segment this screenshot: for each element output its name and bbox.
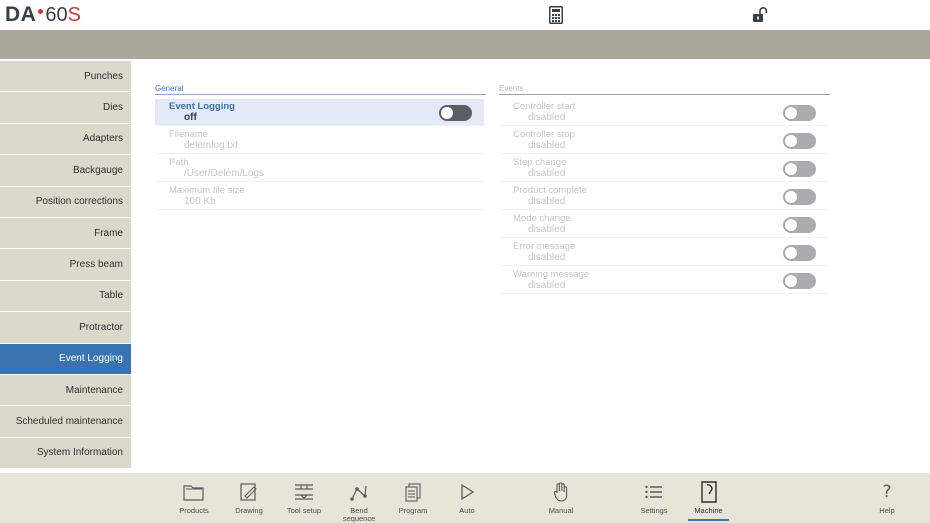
event-label: Controller start: [513, 101, 576, 112]
path-row: Path /User/Delem/Logs: [155, 155, 484, 182]
sidebar-item-dies[interactable]: Dies: [0, 92, 131, 124]
sidebar-item-position-corrections[interactable]: Position corrections: [0, 186, 131, 218]
sidebar-item-frame[interactable]: Frame: [0, 217, 131, 250]
event-value: disabled: [528, 112, 566, 123]
manual-label: Manual: [548, 506, 574, 515]
sidebar-item-punches[interactable]: Punches: [0, 61, 131, 93]
sidebar-item-protractor[interactable]: Protractor: [0, 312, 131, 344]
event-value: disabled: [528, 140, 566, 151]
event-row-step-change: Step change disabled: [499, 155, 828, 182]
brand-model: 60S: [45, 4, 81, 26]
bend-sequence-button[interactable]: Bend sequence: [338, 473, 380, 523]
event-row-error-message: Error message disabled: [499, 239, 828, 266]
general-section-title: General: [155, 84, 486, 95]
program-button[interactable]: Program: [392, 473, 434, 523]
event-row-controller-start: Controller start disabled: [499, 99, 828, 126]
sidebar-item-press-beam[interactable]: Press beam: [0, 249, 131, 281]
products-label: Products: [179, 506, 209, 515]
event-row-controller-stop: Controller stop disabled: [499, 127, 828, 154]
question-mark-icon: ?: [882, 482, 892, 502]
event-logging-row[interactable]: Event Logging off: [155, 99, 484, 126]
machine-label: Machine: [694, 506, 723, 515]
bottom-toolbar: Products Drawing Tool setup Bend sequenc…: [0, 473, 930, 523]
event-label: Step change: [513, 157, 567, 168]
max-file-size-value: 100 Kb: [184, 196, 216, 207]
brand-prefix: DA: [5, 3, 37, 26]
hand-icon: [548, 481, 574, 503]
event-label: Warning message: [513, 269, 590, 280]
sidebar-item-scheduled-maintenance[interactable]: Scheduled maintenance: [0, 406, 131, 438]
event-value: disabled: [528, 196, 566, 207]
tool-setup-icon: [291, 481, 317, 503]
tool-setup-label: Tool setup: [286, 506, 322, 515]
tool-setup-button[interactable]: Tool setup: [282, 473, 326, 523]
path-label: Path: [169, 157, 189, 168]
machine-button[interactable]: Machine: [686, 473, 731, 523]
program-pages-icon: [400, 481, 426, 503]
filename-label: Filename: [169, 129, 209, 140]
drawing-button[interactable]: Drawing: [228, 473, 270, 523]
event-logging-value: off: [184, 112, 197, 123]
drawing-label: Drawing: [235, 506, 263, 515]
brand-dot: [38, 9, 44, 14]
max-file-size-row: Maximum file size 100 Kb: [155, 183, 484, 210]
sidebar-item-adapters[interactable]: Adapters: [0, 123, 131, 156]
event-row-warning-message: Warning message disabled: [499, 267, 828, 294]
error-message-toggle[interactable]: [783, 245, 816, 261]
step-change-toggle[interactable]: [783, 161, 816, 177]
bend-sequence-label: Bend sequence: [342, 506, 376, 523]
path-value: /User/Delem/Logs: [184, 168, 265, 179]
header-band: [0, 30, 930, 59]
filename-value: delemlog.txt: [184, 140, 238, 151]
help-label: Help: [879, 506, 895, 515]
controller-stop-toggle[interactable]: [783, 133, 816, 149]
event-logging-toggle[interactable]: [439, 105, 472, 121]
event-row-product-complete: Product complete disabled: [499, 183, 828, 210]
event-value: disabled: [528, 252, 566, 263]
list-icon: [641, 481, 667, 503]
auto-label: Auto: [459, 506, 475, 515]
event-label: Mode change: [513, 213, 571, 224]
settings-button[interactable]: Settings: [633, 473, 675, 523]
drawing-pencil-icon: [236, 481, 262, 503]
sidebar-item-event-logging[interactable]: Event Logging: [0, 343, 131, 375]
event-value: disabled: [528, 168, 566, 179]
sidebar-item-table[interactable]: Table: [0, 280, 131, 313]
sidebar-item-maintenance[interactable]: Maintenance: [0, 374, 131, 407]
controller-start-toggle[interactable]: [783, 105, 816, 121]
top-bar: DA 60S: [0, 0, 930, 30]
event-value: disabled: [528, 280, 566, 291]
products-folder-icon: [181, 481, 207, 503]
warning-message-toggle[interactable]: [783, 273, 816, 289]
bend-sequence-icon: [346, 481, 372, 503]
products-button[interactable]: Products: [172, 473, 216, 523]
event-value: disabled: [528, 224, 566, 235]
sidebar-item-backgauge[interactable]: Backgauge: [0, 155, 131, 187]
play-icon: [454, 481, 480, 503]
main-panel: General Event Logging off Filename delem…: [131, 59, 930, 473]
max-file-size-label: Maximum file size: [169, 185, 245, 196]
brand-logo: DA 60S: [5, 3, 81, 27]
calculator-icon[interactable]: [547, 6, 565, 24]
machine-icon: [696, 481, 722, 503]
sidebar: Punches Dies Adapters Backgauge Position…: [0, 61, 131, 471]
filename-row: Filename delemlog.txt: [155, 127, 484, 154]
program-label: Program: [398, 506, 428, 515]
event-label: Controller stop: [513, 129, 575, 140]
events-section-title: Events: [499, 84, 830, 95]
help-button[interactable]: ? Help: [866, 473, 908, 523]
mode-change-toggle[interactable]: [783, 217, 816, 233]
product-complete-toggle[interactable]: [783, 189, 816, 205]
event-logging-label: Event Logging: [169, 101, 235, 112]
sidebar-item-system-information[interactable]: System Information: [0, 437, 131, 470]
settings-label: Settings: [640, 506, 668, 515]
event-label: Product complete: [513, 185, 587, 196]
event-row-mode-change: Mode change disabled: [499, 211, 828, 238]
event-label: Error message: [513, 241, 576, 252]
unlocked-padlock-icon[interactable]: [751, 6, 769, 24]
manual-button[interactable]: Manual: [540, 473, 582, 523]
auto-button[interactable]: Auto: [446, 473, 488, 523]
